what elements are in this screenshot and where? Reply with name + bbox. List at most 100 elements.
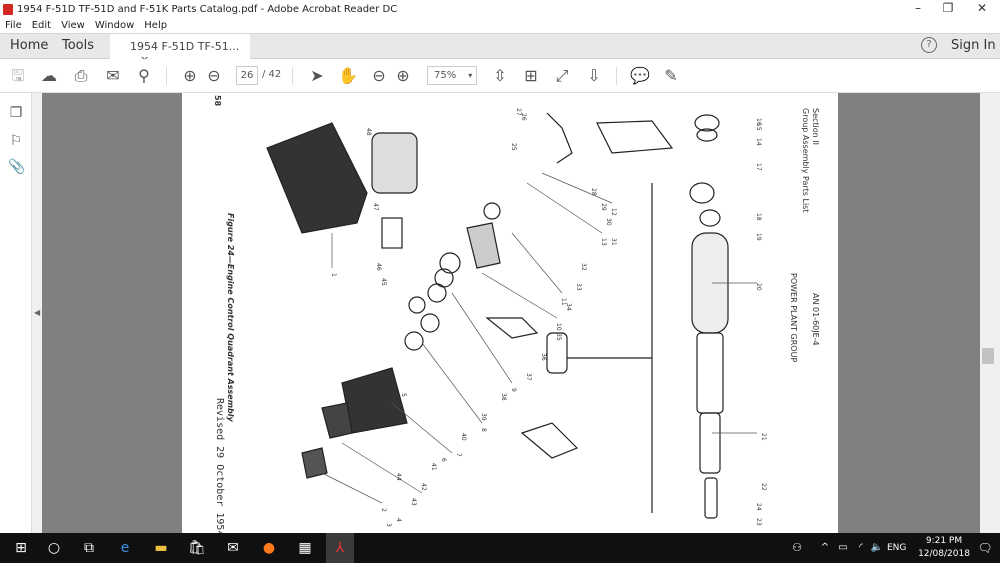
callout-number: 5 <box>400 393 407 397</box>
battery-icon[interactable]: ▭ <box>834 540 852 556</box>
callout-number: 31 <box>610 238 617 246</box>
highlight-icon[interactable]: ✎ <box>661 66 681 86</box>
calculator-icon[interactable]: ▦ <box>296 540 314 556</box>
callout-number: 29 <box>600 203 607 211</box>
firefox-icon[interactable]: ● <box>260 540 278 556</box>
save-icon[interactable]: 🖫 <box>8 66 28 86</box>
callout-number: 46 <box>375 263 382 271</box>
callout-number: 20 <box>755 283 762 291</box>
callout-number: 3 <box>385 523 392 527</box>
callout-number: 25 <box>510 143 517 151</box>
page-thumbnails-icon[interactable]: ❐ <box>8 105 24 121</box>
menu-help[interactable]: Help <box>139 20 172 31</box>
left-navigation-panel: ❐ ⚐ 📎 <box>0 93 32 533</box>
document-viewer[interactable]: 58 Section II Group Assembly Parts List … <box>42 93 980 533</box>
callout-number: 22 <box>760 483 767 491</box>
callout-number: 36 <box>540 353 547 361</box>
callout-number: 27 <box>515 108 522 116</box>
menu-window[interactable]: Window <box>90 20 139 31</box>
zoom-select[interactable]: 75% ▾ <box>427 66 477 85</box>
cortana-search-icon[interactable]: ○ <box>45 540 63 556</box>
zoom-in-icon[interactable]: ⊕ <box>393 66 413 86</box>
callout-number: 35 <box>555 333 562 341</box>
callout-number: 48 <box>365 128 372 136</box>
callout-number: 12 <box>610 208 617 216</box>
store-icon[interactable]: 🛍 <box>188 540 206 556</box>
chevron-down-icon: ▾ <box>468 71 473 80</box>
callout-number: 7 <box>455 453 462 457</box>
file-explorer-icon[interactable]: ▬ <box>152 540 170 556</box>
search-icon[interactable]: ⚲ <box>134 66 154 86</box>
show-hidden-icons[interactable]: ^ <box>816 540 834 556</box>
bookmark-icon[interactable]: ⚐ <box>8 133 24 149</box>
read-mode-icon[interactable]: ⇩ <box>584 66 604 86</box>
hand-icon[interactable]: ✋ <box>338 66 358 86</box>
callout-number: 47 <box>372 203 379 211</box>
callout-number: 14 <box>755 138 762 146</box>
help-icon[interactable]: ? <box>921 37 937 53</box>
page-up-icon[interactable]: ⊕ <box>180 66 200 86</box>
attachment-icon[interactable]: 📎 <box>8 159 25 175</box>
upload-icon[interactable]: ☁ <box>39 66 59 86</box>
tab-document[interactable]: 1954 F-51D TF-51... × <box>110 34 250 66</box>
minimize-button[interactable]: – <box>902 0 934 18</box>
callout-number: 37 <box>525 373 532 381</box>
close-window-button[interactable]: ✕ <box>966 0 998 18</box>
menu-file[interactable]: File <box>0 20 27 31</box>
language-indicator[interactable]: ENG <box>887 543 906 553</box>
callout-number: 2 <box>380 508 387 512</box>
callout-number: 40 <box>460 433 467 441</box>
windows-taskbar: ⊞ ○ ⧉ e ▬ 🛍 ✉ ● ▦ ⅄ ⚇ ^ ▭ ◜ 🔈 ENG 9:21 P… <box>0 533 1000 563</box>
menu-edit[interactable]: Edit <box>27 20 56 31</box>
zoom-out-icon[interactable]: ⊖ <box>369 66 389 86</box>
panel-collapse-handle[interactable]: ◀ <box>32 93 42 533</box>
pdf-page: 58 Section II Group Assembly Parts List … <box>182 93 838 533</box>
callout-number: 21 <box>760 433 767 441</box>
volume-icon[interactable]: 🔈 <box>868 540 886 556</box>
callout-number: 43 <box>410 498 417 506</box>
callout-number: 9 <box>510 388 517 392</box>
tab-home[interactable]: Home <box>10 38 48 53</box>
email-icon[interactable]: ✉ <box>103 66 123 86</box>
zoom-value: 75% <box>434 70 457 81</box>
exploded-diagram: 1234567891011121314151617181920212223242… <box>266 108 767 527</box>
document-tab-label: 1954 F-51D TF-51... <box>130 40 240 53</box>
tab-bar: Home Tools 1954 F-51D TF-51... × ? Sign … <box>0 33 1000 66</box>
callout-number: 28 <box>590 188 597 196</box>
clock-date[interactable]: 12/08/2018 <box>914 549 974 559</box>
callout-number: 34 <box>565 303 572 311</box>
menu-bar: File Edit View Window Help <box>0 18 1000 33</box>
callout-number: 19 <box>755 233 762 241</box>
select-cursor-icon[interactable]: ➤ <box>307 66 327 86</box>
callout-number: 6 <box>440 458 447 462</box>
title-bar: 1954 F-51D TF-51D and F-51K Parts Catalo… <box>0 0 1000 18</box>
page-number-input[interactable]: 26 <box>236 66 258 85</box>
scrollbar-thumb[interactable] <box>982 348 994 364</box>
acrobat-taskbar-icon[interactable]: ⅄ <box>326 533 354 563</box>
edge-icon[interactable]: e <box>116 540 134 556</box>
clock-time[interactable]: 9:21 PM <box>920 536 968 546</box>
pdf-app-icon <box>3 3 13 15</box>
page-down-icon[interactable]: ⊖ <box>204 66 224 86</box>
callout-number: 32 <box>580 263 587 271</box>
callout-number: 4 <box>395 518 402 522</box>
callout-number: 42 <box>420 483 427 491</box>
windows-start-icon[interactable]: ⊞ <box>12 540 30 556</box>
sign-in-button[interactable]: Sign In <box>951 38 996 53</box>
callout-number: 18 <box>755 213 762 221</box>
print-icon[interactable]: ⎙ <box>71 66 91 86</box>
task-view-icon[interactable]: ⧉ <box>80 540 98 556</box>
vertical-scrollbar[interactable] <box>980 93 1000 533</box>
action-center-icon[interactable]: 🗨 <box>976 540 994 556</box>
fullscreen-icon[interactable]: ⤢ <box>552 66 572 86</box>
restore-button[interactable]: ❐ <box>932 0 964 18</box>
menu-view[interactable]: View <box>56 20 90 31</box>
comment-icon[interactable]: 💬 <box>630 66 650 86</box>
tab-tools[interactable]: Tools <box>62 38 94 53</box>
mail-icon[interactable]: ✉ <box>224 540 242 556</box>
rotate-icon[interactable]: ⊞ <box>521 66 541 86</box>
callout-number: 38 <box>500 393 507 401</box>
callout-number: 24 <box>755 503 762 511</box>
fit-page-icon[interactable]: ⇳ <box>490 66 510 86</box>
people-icon[interactable]: ⚇ <box>788 540 806 556</box>
